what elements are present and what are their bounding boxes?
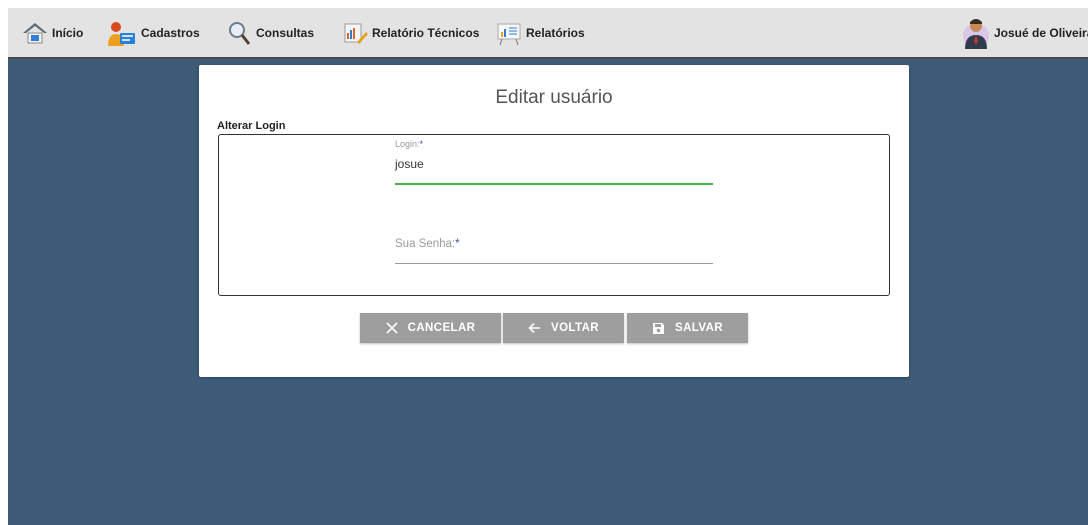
save-button[interactable]: SALVAR [627, 313, 748, 343]
nav-item-cadastros[interactable]: Cadastros [107, 8, 200, 57]
edit-user-card: Editar usuário Alterar Login Login:* jos… [199, 65, 909, 377]
magnifier-icon [226, 20, 252, 46]
user-menu[interactable]: Josué de Oliveira [962, 8, 1088, 57]
nav-item-inicio[interactable]: Início [22, 8, 83, 57]
login-input[interactable]: josue [395, 157, 713, 171]
user-register-icon [107, 20, 137, 46]
nav-item-relatorio-tecnicos[interactable]: Relatório Técnicos [342, 8, 479, 57]
nav-label: Cadastros [141, 25, 200, 40]
login-fieldset: Login:* josue Sua Senha:* [218, 134, 890, 296]
login-label: Login:* [395, 139, 424, 149]
technical-report-icon [342, 20, 368, 46]
app-window: Início Cadastros Consultas Relatório Téc… [8, 8, 1088, 525]
page-title: Editar usuário [495, 87, 613, 108]
password-underline [395, 263, 713, 264]
nav-label: Consultas [256, 25, 315, 40]
login-underline [395, 183, 713, 185]
section-label: Alterar Login [217, 120, 286, 132]
password-label: Sua Senha:* [395, 238, 460, 250]
nav-label: Início [52, 25, 84, 40]
avatar [962, 16, 990, 50]
back-label: VOLTAR [551, 322, 599, 334]
nav-item-consultas[interactable]: Consultas [226, 8, 314, 57]
cancel-button[interactable]: CANCELAR [360, 313, 501, 343]
save-label: SALVAR [675, 322, 723, 334]
nav-label: Relatório Técnicos [372, 25, 480, 40]
password-field[interactable]: Sua Senha:* [395, 238, 713, 266]
chart-report-icon [496, 20, 522, 46]
login-field[interactable]: Login:* josue [395, 139, 713, 185]
nav-item-relatorios[interactable]: Relatórios [496, 8, 585, 57]
arrow-left-icon [528, 322, 541, 334]
floppy-disk-icon [652, 322, 665, 335]
home-icon [22, 20, 48, 46]
back-button[interactable]: VOLTAR [503, 313, 624, 343]
close-icon [386, 322, 398, 334]
nav-label: Relatórios [526, 25, 585, 40]
top-navigation-bar: Início Cadastros Consultas Relatório Téc… [8, 8, 1088, 59]
cancel-label: CANCELAR [407, 322, 476, 334]
user-name: Josué de Oliveira [994, 25, 1088, 40]
